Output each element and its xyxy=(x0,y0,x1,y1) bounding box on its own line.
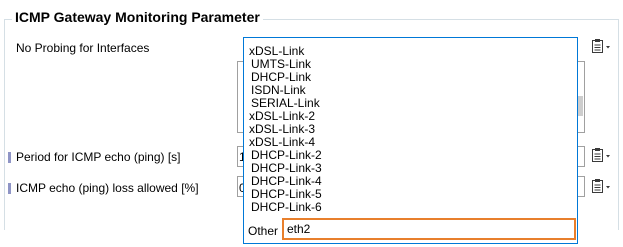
clipboard-list-icon xyxy=(590,38,612,54)
clipboard-list-icon xyxy=(590,178,612,194)
other-label: Other xyxy=(248,224,279,238)
clipboard-list-icon xyxy=(590,147,612,163)
group-title: ICMP Gateway Monitoring Parameter xyxy=(12,9,263,25)
other-interface-input[interactable] xyxy=(282,218,576,240)
dropdown-option[interactable]: DHCP-Link-6 xyxy=(246,201,322,214)
loss-label: ICMP echo (ping) loss allowed [%] xyxy=(16,181,199,195)
no-probing-menu-button[interactable] xyxy=(590,38,612,54)
period-label: Period for ICMP echo (ping) [s] xyxy=(16,150,181,164)
interface-dropdown-popup[interactable]: xDSL-Link UMTS-Link DHCP-Link ISDN-Link … xyxy=(243,37,578,244)
required-marker xyxy=(8,183,11,194)
no-probing-label: No Probing for Interfaces xyxy=(16,41,150,55)
loss-menu-button[interactable] xyxy=(590,178,612,194)
interface-option-list: xDSL-Link UMTS-Link DHCP-Link ISDN-Link … xyxy=(246,45,322,214)
period-menu-button[interactable] xyxy=(590,147,612,163)
required-marker xyxy=(8,152,11,163)
